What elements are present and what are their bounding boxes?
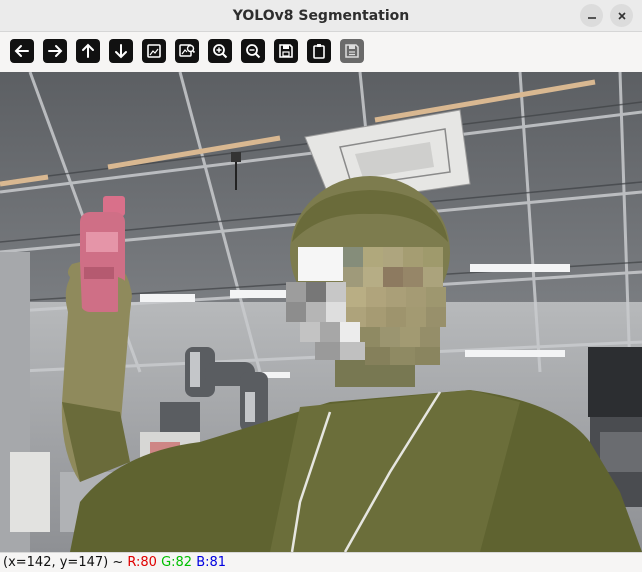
pan-left-button[interactable] [10,39,34,63]
zoom-in-button[interactable] [208,39,232,63]
image-icon [147,44,161,58]
copy-clipboard-button[interactable] [307,39,331,63]
zoom-out-button[interactable] [241,39,265,63]
arrow-up-icon [82,43,94,58]
arrow-down-icon [115,44,127,59]
properties-button[interactable] [340,39,364,63]
pan-up-button[interactable] [76,39,100,63]
zoom-out-icon [246,44,261,59]
zoom-fit-button[interactable] [175,39,199,63]
close-button[interactable] [610,4,633,27]
save-image-button[interactable] [274,39,298,63]
image-zoom-icon [179,44,196,57]
pan-right-button[interactable] [43,39,67,63]
camera-view[interactable] [0,72,642,552]
pixel-red-value: R:80 [127,555,157,570]
zoom-reset-button[interactable] [142,39,166,63]
title-bar[interactable]: YOLOv8 Segmentation [0,0,642,32]
toolbar [0,32,642,72]
arrow-left-icon [14,45,29,57]
pixel-blue-value: B:81 [196,555,227,570]
minimize-button[interactable] [580,4,603,27]
close-icon [617,11,626,20]
save-icon [279,44,293,58]
zoom-in-icon [213,44,228,59]
segmentation-image [0,72,642,552]
status-bar: (x=142, y=147) ~ R:80 G:82 B:81 [0,552,642,571]
properties-icon [345,44,359,58]
pan-down-button[interactable] [109,39,133,63]
minimize-icon [587,16,596,19]
window-title: YOLOv8 Segmentation [232,7,410,24]
pixel-green-value: G:82 [161,555,193,570]
clipboard-icon [313,44,325,59]
arrow-right-icon [48,45,63,57]
cursor-coordinates: (x=142, y=147) ~ [3,555,128,570]
